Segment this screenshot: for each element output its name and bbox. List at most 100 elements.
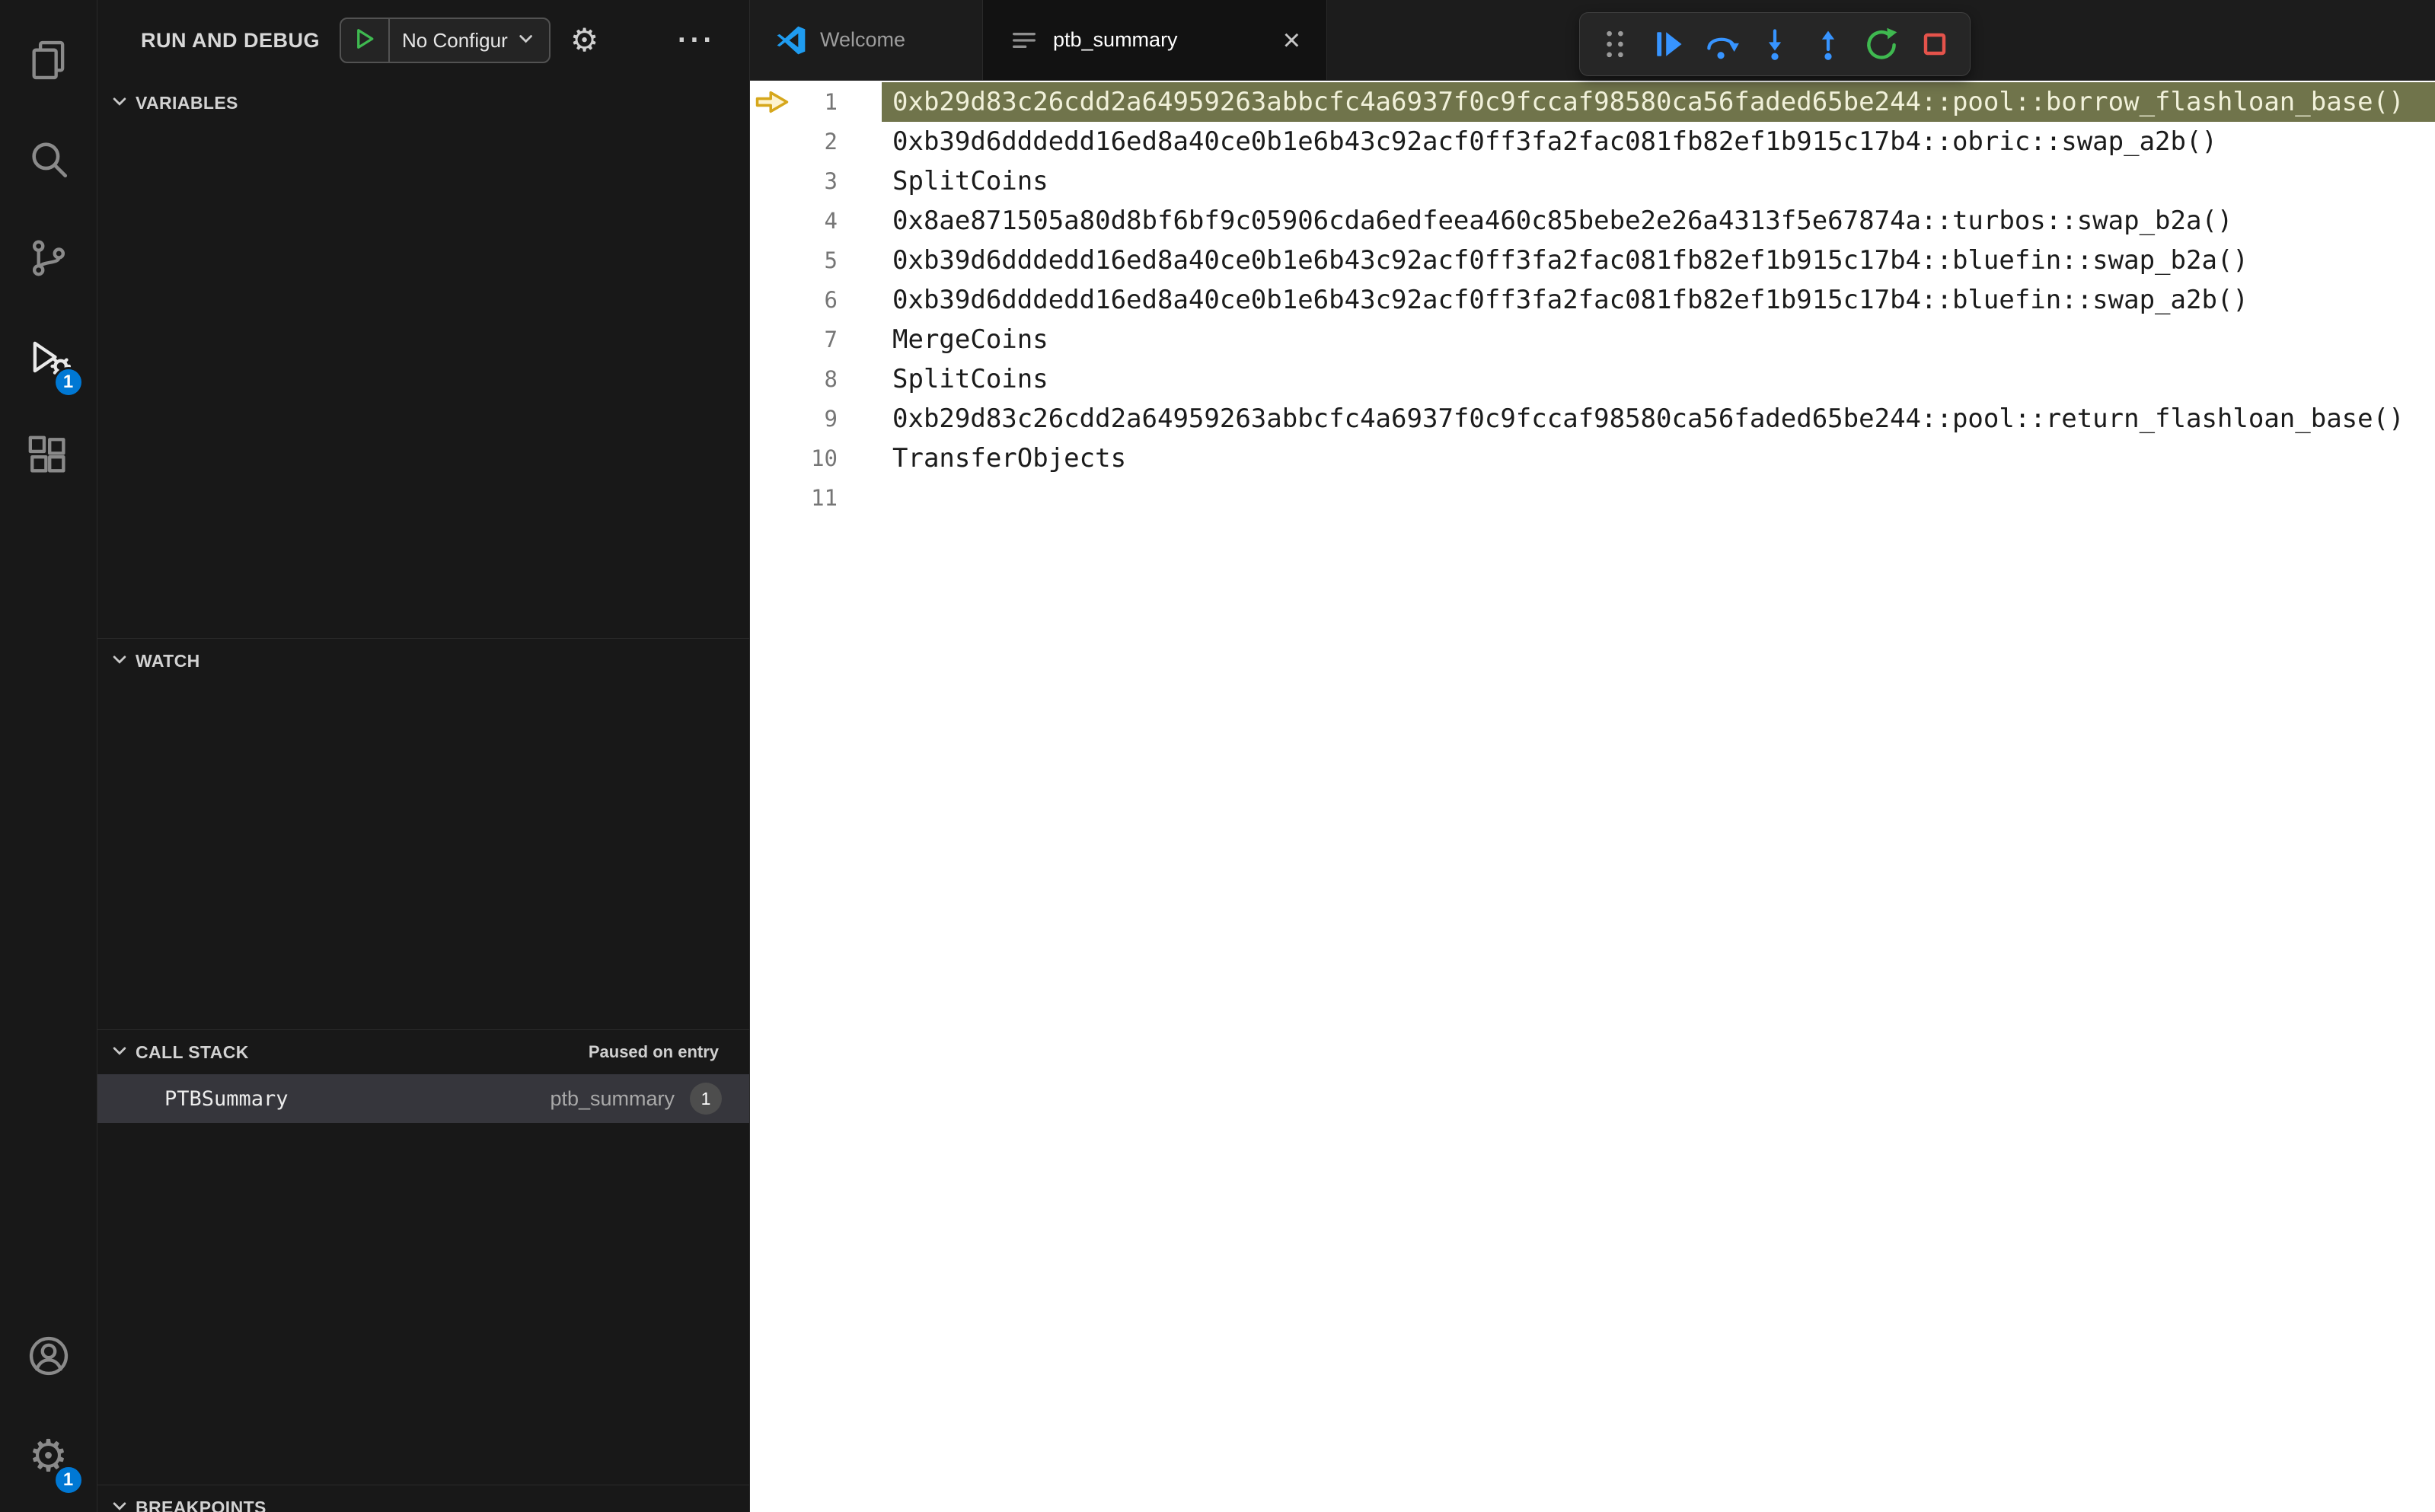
gutter-line-2[interactable]: 2	[750, 122, 838, 161]
variables-section: VARIABLES	[97, 81, 749, 638]
tab-welcome[interactable]: Welcome	[750, 0, 983, 80]
activity-item-account[interactable]	[9, 1308, 88, 1407]
sidebar-header: RUN AND DEBUG No Configur ⚙ ···	[97, 0, 749, 81]
restart-icon	[1867, 27, 1897, 59]
toolbar-drag-gripper-icon[interactable]	[1591, 20, 1639, 69]
call-stack-section-header[interactable]: CALL STACK Paused on entry	[97, 1030, 749, 1074]
chevron-down-icon	[108, 90, 131, 116]
editor-line-5: 5 0xb39d6dddedd16ed8a40ce0b1e6b43c92acf0…	[750, 241, 2435, 280]
gutter-line-11[interactable]: 11	[750, 478, 838, 518]
activity-item-run-and-debug[interactable]: 1	[9, 309, 88, 408]
tab-label: ptb_summary	[1053, 28, 1178, 51]
editor-line-1: 1 0xb29d83c26cdd2a64959263abbcfc4a6937f0…	[750, 82, 2435, 122]
debug-count-badge: 1	[53, 367, 84, 397]
activity-item-search[interactable]	[9, 111, 88, 210]
code-line[interactable]: 0xb29d83c26cdd2a64959263abbcfc4a6937f0c9…	[882, 399, 2435, 439]
line-number: 6	[824, 287, 838, 313]
extensions-icon	[27, 434, 71, 482]
gutter-line-3[interactable]: 3	[750, 161, 838, 201]
code-line[interactable]: SplitCoins	[882, 161, 2435, 201]
activity-item-settings[interactable]: ⚙ 1	[9, 1407, 88, 1506]
start-debugging-button[interactable]	[341, 19, 390, 62]
gutter-line-5[interactable]: 5	[750, 241, 838, 280]
debug-launch-control: No Configur	[340, 18, 551, 63]
chevron-down-icon	[108, 648, 131, 675]
code-line[interactable]: 0x8ae871505a80d8bf6bf9c05906cda6edfeea46…	[882, 201, 2435, 241]
close-icon[interactable]: ×	[1283, 25, 1300, 56]
vscode-logo-icon	[776, 25, 806, 56]
variables-section-label: VARIABLES	[136, 92, 238, 113]
watch-section-header[interactable]: WATCH	[97, 639, 749, 683]
code-line[interactable]: SplitCoins	[882, 359, 2435, 399]
gutter-line-9[interactable]: 9	[750, 399, 838, 439]
step-over-button[interactable]	[1697, 20, 1746, 69]
tab-ptb-summary[interactable]: ptb_summary ×	[983, 0, 1327, 80]
tab-label: Welcome	[820, 28, 906, 51]
chevron-down-icon	[108, 1494, 131, 1512]
breakpoints-section: BREAKPOINTS	[97, 1485, 749, 1512]
breakpoints-section-header[interactable]: BREAKPOINTS	[97, 1485, 749, 1512]
debug-settings-gear-icon[interactable]: ⚙	[570, 24, 599, 56]
code-line[interactable]: 0xb39d6dddedd16ed8a40ce0b1e6b43c92acf0ff…	[882, 241, 2435, 280]
line-number: 3	[824, 168, 838, 194]
gutter-line-10[interactable]: 10	[750, 439, 838, 478]
step-into-button[interactable]	[1750, 20, 1799, 69]
code-line[interactable]: 0xb39d6dddedd16ed8a40ce0b1e6b43c92acf0ff…	[882, 280, 2435, 320]
line-number: 9	[824, 406, 838, 432]
code-line[interactable]: MergeCoins	[882, 320, 2435, 359]
more-actions-ellipsis-icon[interactable]: ···	[678, 24, 716, 57]
editor-line-7: 7 MergeCoins	[750, 320, 2435, 359]
call-stack-frame-row[interactable]: PTBSummary ptb_summary 1	[97, 1074, 749, 1123]
code-line[interactable]: TransferObjects	[882, 439, 2435, 478]
restart-button[interactable]	[1857, 20, 1906, 69]
line-number: 4	[824, 208, 838, 234]
sidebar-title: RUN AND DEBUG	[141, 28, 320, 52]
editor-line-11: 11	[750, 478, 2435, 518]
gutter-line-1[interactable]: 1	[750, 82, 838, 122]
frame-name: PTBSummary	[164, 1086, 289, 1111]
gutter-line-6[interactable]: 6	[750, 280, 838, 320]
account-icon	[27, 1334, 71, 1382]
paused-status-text: Paused on entry	[588, 1042, 719, 1061]
code-line[interactable]: 0xb29d83c26cdd2a64959263abbcfc4a6937f0c9…	[882, 82, 2435, 122]
activity-bar: 1 ⚙ 1	[0, 0, 97, 1512]
start-debugging-icon	[351, 25, 378, 56]
source-control-icon	[27, 236, 71, 284]
activity-item-extensions[interactable]	[9, 408, 88, 507]
frame-count-badge: 1	[690, 1083, 722, 1115]
gutter-line-7[interactable]: 7	[750, 320, 838, 359]
line-number: 5	[824, 247, 838, 273]
editor-line-10: 10 TransferObjects	[750, 439, 2435, 478]
step-into-icon	[1768, 29, 1782, 60]
call-stack-section: CALL STACK Paused on entry PTBSummary pt…	[97, 1029, 749, 1485]
summary-file-icon	[1009, 25, 1039, 56]
line-number: 10	[811, 445, 838, 471]
stop-icon	[1923, 33, 1946, 56]
activity-item-source-control[interactable]	[9, 210, 88, 309]
vscode-window: 1 ⚙ 1 RUN AND DEBUG No Configur ⚙ ··· VA…	[0, 0, 2435, 1512]
call-stack-section-label: CALL STACK	[136, 1041, 249, 1062]
code-editor: 1 0xb29d83c26cdd2a64959263abbcfc4a6937f0…	[750, 81, 2435, 1512]
debug-configuration-label: No Configur	[402, 28, 508, 52]
debug-configuration-dropdown[interactable]: No Configur	[390, 27, 549, 55]
gutter-line-8[interactable]: 8	[750, 359, 838, 399]
chevron-down-icon	[108, 1039, 131, 1066]
stop-button[interactable]	[1910, 20, 1959, 69]
gutter-line-4[interactable]: 4	[750, 201, 838, 241]
code-line[interactable]: 0xb39d6dddedd16ed8a40ce0b1e6b43c92acf0ff…	[882, 122, 2435, 161]
search-icon	[27, 137, 71, 185]
settings-count-badge: 1	[53, 1465, 84, 1495]
chevron-down-icon	[514, 27, 537, 55]
editor-line-4: 4 0x8ae871505a80d8bf6bf9c05906cda6edfeea…	[750, 201, 2435, 241]
activity-item-explorer[interactable]	[9, 12, 88, 111]
step-out-button[interactable]	[1804, 20, 1853, 69]
editor-line-3: 3 SplitCoins	[750, 161, 2435, 201]
line-number: 1	[824, 89, 838, 115]
watch-section: WATCH	[97, 638, 749, 1029]
debug-toolbar	[1579, 12, 1971, 76]
variables-section-header[interactable]: VARIABLES	[97, 81, 749, 125]
frame-source-file: ptb_summary	[550, 1086, 675, 1110]
code-line[interactable]	[882, 478, 2435, 518]
editor-line-2: 2 0xb39d6dddedd16ed8a40ce0b1e6b43c92acf0…	[750, 122, 2435, 161]
continue-button[interactable]	[1644, 20, 1693, 69]
